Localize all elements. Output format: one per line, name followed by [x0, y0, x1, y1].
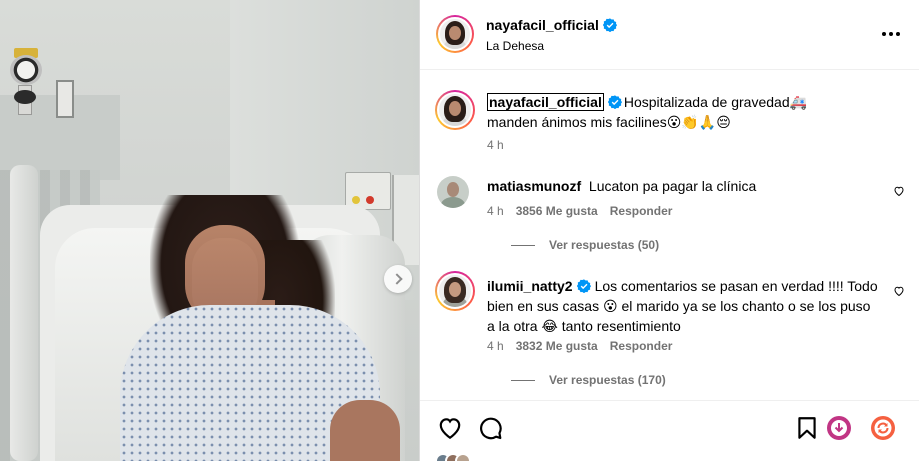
post-photo[interactable]: [0, 0, 419, 461]
comment-icon[interactable]: [477, 415, 503, 441]
caption-username[interactable]: nayafacil_official: [487, 93, 604, 111]
reply-button[interactable]: Responder: [610, 339, 673, 353]
post-location[interactable]: La Dehesa: [486, 39, 544, 53]
view-replies-button[interactable]: Ver respuestas (170): [511, 373, 666, 387]
repost-icon[interactable]: [870, 415, 896, 441]
comment-body: matiasmunozf Lucaton pa pagar la clínica: [487, 176, 882, 196]
comment-username[interactable]: ilumii_natty2: [487, 278, 573, 294]
caption-timestamp[interactable]: 4 h: [487, 138, 504, 152]
author-username[interactable]: nayafacil_official: [486, 17, 599, 33]
comment-text: Lucaton pa pagar la clínica: [588, 178, 757, 194]
liked-by-avatars[interactable]: [435, 453, 905, 461]
post-action-bar: [420, 400, 919, 461]
more-horizontal-icon: [882, 32, 886, 36]
next-image-button[interactable]: [384, 265, 412, 293]
comment-body: ilumii_natty2 Los comentarios se pasan e…: [487, 276, 882, 336]
reply-button[interactable]: Responder: [610, 204, 673, 218]
author-avatar[interactable]: [436, 15, 474, 53]
photo-outlet-red: [366, 196, 374, 204]
caption-body: nayafacil_official Hospitalizada de grav…: [487, 92, 847, 132]
photo-outlet-yellow: [352, 196, 360, 204]
comment-meta: 4 h 3856 Me gusta Responder: [487, 204, 672, 218]
post-header: nayafacil_official La Dehesa: [420, 0, 919, 70]
verified-badge-icon: [576, 279, 591, 293]
heart-icon[interactable]: [893, 285, 905, 297]
download-icon[interactable]: [826, 415, 852, 441]
comment-timestamp[interactable]: 4 h: [487, 339, 504, 353]
comment-username[interactable]: matiasmunozf: [487, 178, 581, 194]
comment-avatar[interactable]: [435, 271, 475, 311]
view-replies-label: Ver respuestas (170): [549, 373, 666, 387]
author-header: nayafacil_official: [486, 17, 617, 33]
photo-bed-side: [10, 165, 38, 461]
caption-author-avatar[interactable]: [435, 90, 475, 130]
photo-arm: [330, 400, 400, 461]
comment-likes[interactable]: 3856 Me gusta: [516, 204, 598, 218]
view-replies-label: Ver respuestas (50): [549, 238, 660, 252]
comment-likes[interactable]: 3832 Me gusta: [516, 339, 598, 353]
replies-divider-line: [511, 379, 535, 381]
more-options-button[interactable]: [880, 26, 902, 42]
comment-item: ilumii_natty2 Los comentarios se pasan e…: [435, 271, 905, 392]
chevron-right-icon: [390, 273, 403, 285]
replies-divider-line: [511, 244, 535, 246]
photo-oxygen-gauge: [10, 55, 42, 85]
view-replies-button[interactable]: Ver respuestas (50): [511, 238, 659, 252]
comment-item: matiasmunozf Lucaton pa pagar la clínica…: [435, 176, 905, 256]
heart-icon[interactable]: [893, 185, 905, 197]
photo-wall-panel: [56, 80, 74, 118]
post-side-panel: nayafacil_official La Dehesa nayafacil_o…: [419, 0, 919, 461]
instagram-post-modal: nayafacil_official La Dehesa nayafacil_o…: [0, 0, 919, 461]
comment-avatar[interactable]: [437, 176, 469, 208]
photo-gauge-valve: [14, 90, 36, 104]
bookmark-icon[interactable]: [794, 415, 820, 441]
heart-icon[interactable]: [437, 415, 463, 441]
comment-meta: 4 h 3832 Me gusta Responder: [487, 339, 672, 353]
verified-badge-icon: [602, 18, 617, 32]
verified-badge-icon: [607, 95, 622, 109]
comment-timestamp[interactable]: 4 h: [487, 204, 504, 218]
